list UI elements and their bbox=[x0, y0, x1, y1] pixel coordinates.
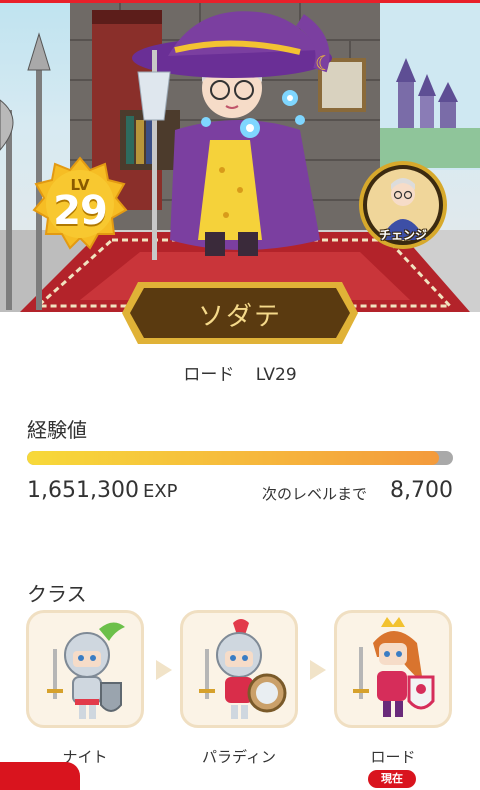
next-level-value: 8,700 bbox=[390, 478, 453, 503]
experience-value-group: 1,651,300 EXP bbox=[27, 478, 178, 503]
character-name-plate[interactable]: ソダテ bbox=[120, 280, 360, 346]
character-name: ソダテ bbox=[197, 302, 282, 332]
class-arrow-icon bbox=[156, 660, 172, 680]
bottom-red-tab[interactable] bbox=[0, 762, 80, 790]
class-level-line: ロード LV29 bbox=[0, 360, 480, 385]
class-card-paladin[interactable] bbox=[180, 610, 298, 728]
current-class-name: ロード bbox=[183, 365, 235, 385]
knight-icon bbox=[47, 622, 125, 719]
lord-icon bbox=[353, 617, 435, 717]
class-card-knight[interactable] bbox=[26, 610, 144, 728]
current-class-badge: 現在 bbox=[368, 770, 416, 788]
level-number: 29 bbox=[53, 188, 108, 234]
experience-unit: EXP bbox=[142, 481, 178, 502]
class-section-title: クラス bbox=[27, 582, 87, 606]
top-accent-line bbox=[0, 0, 480, 3]
current-class-level: LV29 bbox=[255, 365, 297, 385]
paladin-icon bbox=[199, 619, 287, 719]
svg-text:☾: ☾ bbox=[315, 51, 333, 75]
experience-progress-fill bbox=[27, 451, 439, 465]
experience-value: 1,651,300 bbox=[27, 478, 139, 503]
class-card-lord[interactable] bbox=[334, 610, 452, 728]
experience-title: 経験値 bbox=[27, 418, 87, 442]
class-arrow-icon bbox=[310, 660, 326, 680]
experience-progress-bar bbox=[27, 451, 453, 465]
class-name-lord: ロード bbox=[370, 748, 416, 766]
class-name-paladin: パラディン bbox=[202, 748, 276, 766]
next-level-label: 次のレベルまで bbox=[262, 485, 368, 503]
level-badge: LV 29 bbox=[32, 156, 128, 252]
change-label: チェンジ bbox=[378, 228, 427, 242]
change-character-button[interactable]: チェンジ bbox=[358, 160, 448, 250]
